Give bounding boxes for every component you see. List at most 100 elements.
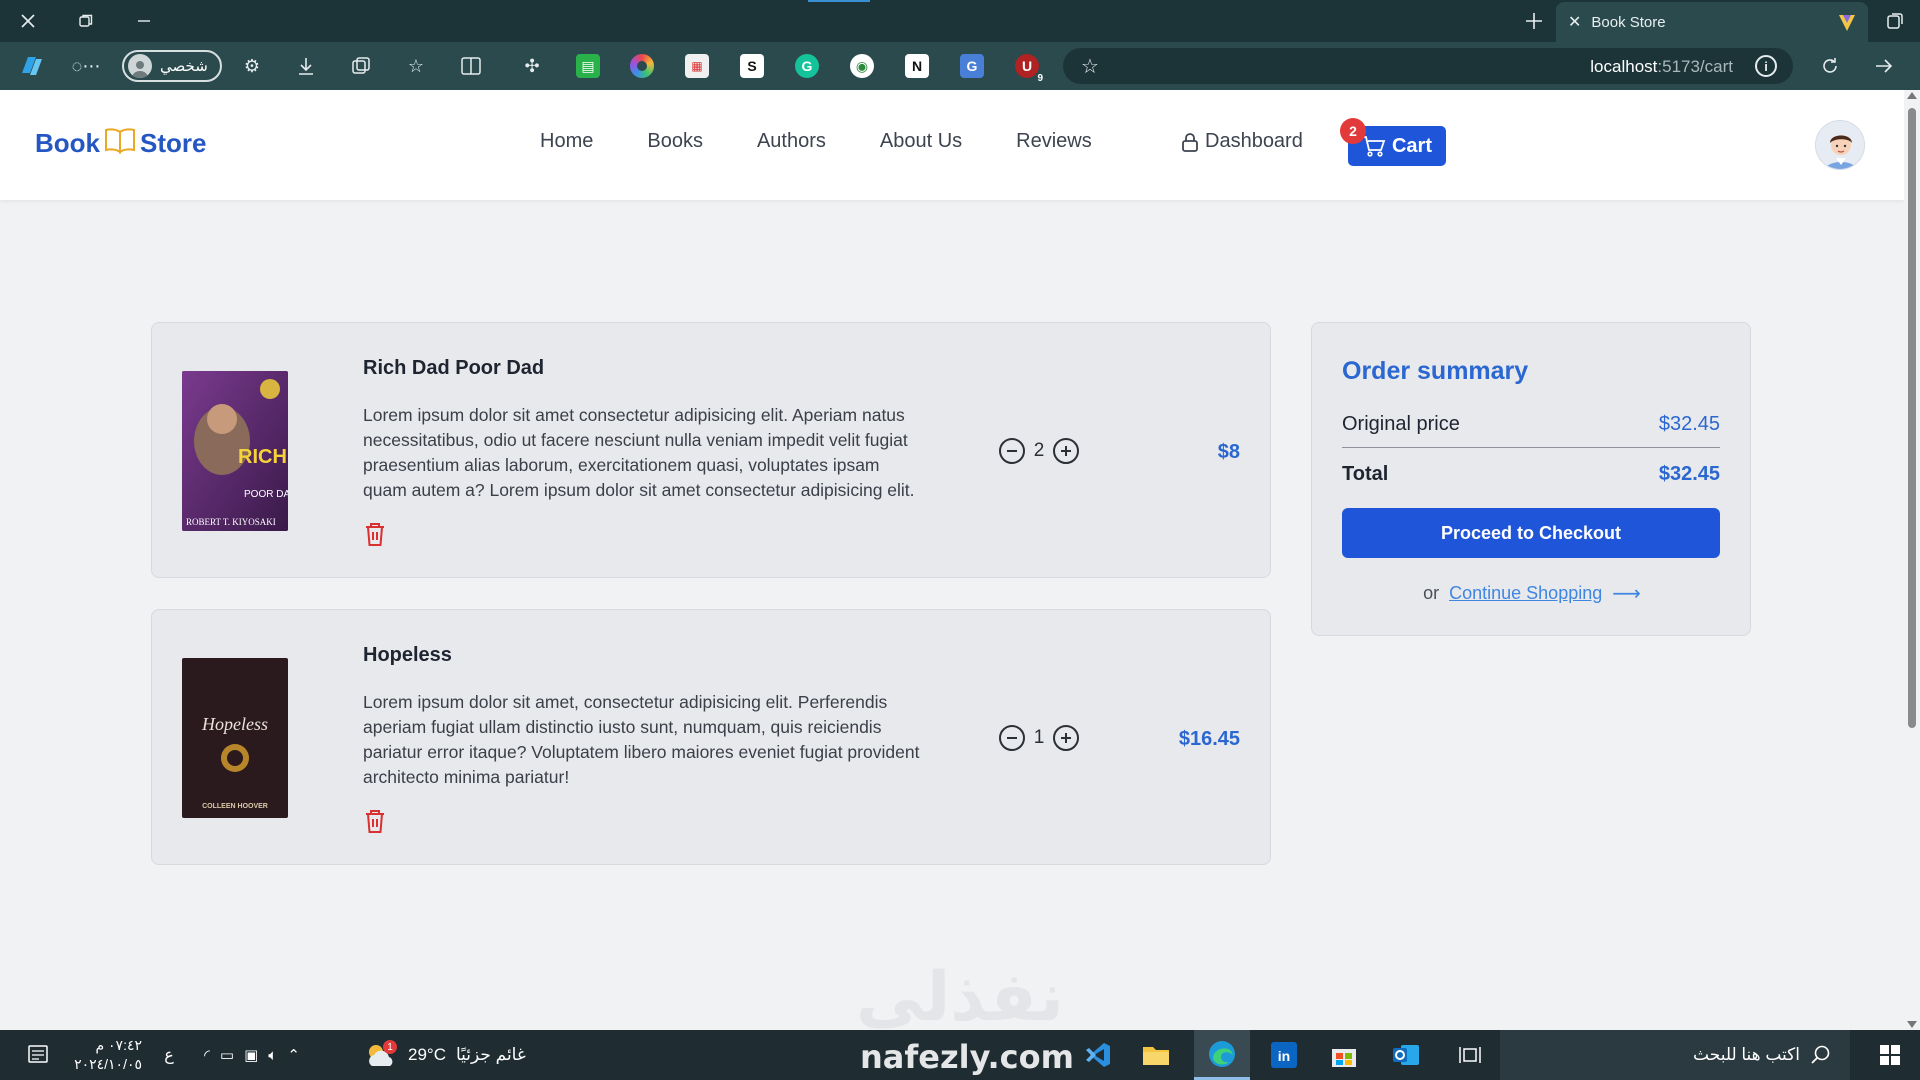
close-icon (21, 14, 35, 28)
cover-author: ROBERT T. KIYOSAKI (186, 517, 276, 527)
translate-icon: G (966, 58, 978, 74)
download-icon (299, 58, 313, 75)
taskbar-store[interactable] (1322, 1040, 1366, 1070)
site-info-icon[interactable]: i (1755, 55, 1777, 77)
extensions-button[interactable]: ✣ (518, 52, 546, 80)
minus-icon (1007, 737, 1017, 739)
tab-close-icon[interactable]: ✕ (1568, 12, 1581, 32)
svg-text:in: in (1278, 1048, 1290, 1064)
taskbar-search[interactable]: اكتب هنا للبحث (1500, 1030, 1850, 1080)
clock-time: ٠٧:٤٢ م (95, 1037, 142, 1053)
nav-reviews[interactable]: Reviews (1016, 130, 1092, 153)
meet-icon: ▣ (244, 1047, 259, 1064)
tab-actions-button[interactable] (1870, 0, 1920, 42)
copilot-button[interactable] (18, 52, 46, 80)
tracking-button[interactable]: ⚙ (238, 52, 266, 80)
battery-icon: ▭ (219, 1047, 235, 1064)
refresh-icon (1823, 58, 1837, 73)
language-indicator[interactable]: ع (158, 1040, 180, 1070)
browser-tab[interactable]: ✕ Book Store (1556, 2, 1868, 42)
scroll-down-icon[interactable] (1907, 1021, 1917, 1028)
taskbar-clock[interactable]: ٠٧:٤٢ م ٢٠٢٤/١٠/٠٥ (72, 1036, 142, 1074)
arrow-right-icon (1876, 59, 1893, 73)
extension-grammarly[interactable]: G (795, 54, 819, 78)
item-title[interactable]: Rich Dad Poor Dad (363, 357, 544, 380)
extension-green[interactable]: ▤ (576, 54, 600, 78)
extension-grid[interactable]: ▦ (685, 54, 709, 78)
scroll-up-icon[interactable] (1907, 92, 1917, 99)
item-price: $16.45 (1178, 728, 1240, 750)
taskbar-vscode[interactable] (1076, 1040, 1120, 1070)
page-scrollbar[interactable] (1904, 90, 1920, 1030)
delete-item-button[interactable] (363, 521, 387, 547)
profile-avatar-icon (128, 54, 152, 78)
task-view-button[interactable] (1448, 1040, 1492, 1070)
extension-ublock[interactable]: U 9 (1015, 54, 1045, 84)
lock-icon (1182, 132, 1198, 152)
url-host: localhost (1590, 57, 1658, 76)
extension-s[interactable]: S (740, 54, 764, 78)
continue-shopping-link[interactable]: Continue Shopping (1449, 583, 1602, 604)
vscode-icon (1086, 1043, 1110, 1067)
cover-title: RICH DAD (238, 446, 288, 468)
quantity-value: 1 (1033, 727, 1045, 748)
copilot-icon (22, 57, 42, 75)
summary-divider (1342, 447, 1720, 448)
decrease-quantity-button[interactable] (999, 438, 1025, 464)
scrollbar-thumb[interactable] (1908, 108, 1916, 728)
plus-icon (1526, 13, 1542, 29)
brand-logo[interactable]: Book Store (35, 127, 206, 159)
url-text[interactable]: localhost:5173/cart (1590, 57, 1733, 77)
item-title[interactable]: Hopeless (363, 644, 452, 667)
folder-icon (1143, 1047, 1169, 1065)
cover-title: Hopeless (201, 714, 268, 734)
increase-quantity-button[interactable] (1053, 438, 1079, 464)
weather-alert-badge: 1 (383, 1040, 397, 1054)
user-avatar[interactable] (1815, 120, 1865, 170)
extension-translate[interactable]: G (960, 54, 984, 78)
browser-toolbar: ◌⋯ شخصي ⚙ ☆ ✣ ▤ ▦ S G ◉ N G U 9 ☆ localh… (0, 42, 1920, 90)
nav-dashboard[interactable]: Dashboard (1181, 130, 1303, 153)
search-placeholder: اكتب هنا للبحث (1693, 1045, 1800, 1064)
start-button[interactable] (1870, 1040, 1910, 1070)
nav-books[interactable]: Books (647, 130, 703, 153)
extension-globe[interactable]: ◉ (850, 54, 874, 78)
system-tray[interactable]: ◜ ▭ ▣ 🔈︎ ⌃ (192, 1040, 312, 1070)
restore-window-button[interactable] (58, 0, 114, 42)
extension-notion[interactable]: N (905, 54, 929, 78)
nav-authors[interactable]: Authors (757, 130, 826, 153)
checkout-button[interactable]: Proceed to Checkout (1342, 508, 1720, 558)
nav-about-us[interactable]: About Us (880, 130, 962, 153)
quantity-value: 2 (1033, 440, 1045, 461)
notifications-button[interactable] (20, 1040, 56, 1070)
minimize-window-button[interactable] (116, 0, 172, 42)
workspaces-button[interactable]: ◌⋯ (72, 52, 101, 80)
forward-button[interactable] (1870, 52, 1898, 80)
grammarly-icon: G (801, 58, 813, 74)
split-screen-button[interactable] (457, 52, 485, 80)
taskbar-linkedin[interactable]: in (1262, 1040, 1306, 1070)
weather-description: غائم جزئيًا (455, 1045, 526, 1064)
tracking-icon: ⚙ (243, 55, 261, 76)
add-favorite-icon[interactable]: ☆ (1081, 54, 1099, 79)
address-bar[interactable]: ☆ localhost:5173/cart i (1063, 48, 1793, 84)
search-icon (1811, 1045, 1830, 1064)
taskbar-outlook[interactable] (1384, 1040, 1428, 1070)
taskbar-file-explorer[interactable] (1134, 1040, 1178, 1070)
extension-color-picker[interactable] (630, 54, 654, 78)
extension-badge: 9 (1035, 73, 1045, 84)
collections-button[interactable] (347, 52, 375, 80)
close-window-button[interactable] (0, 0, 56, 42)
refresh-button[interactable] (1816, 52, 1844, 80)
decrease-quantity-button[interactable] (999, 725, 1025, 751)
taskbar-edge[interactable] (1194, 1030, 1250, 1080)
downloads-button[interactable] (292, 52, 320, 80)
profile-label: شخصي (160, 58, 208, 75)
new-tab-button[interactable] (1512, 0, 1556, 42)
profile-button[interactable]: شخصي (122, 50, 222, 82)
favorites-button[interactable]: ☆ (402, 52, 430, 80)
delete-item-button[interactable] (363, 808, 387, 834)
minimize-icon (138, 20, 150, 22)
nav-home[interactable]: Home (540, 130, 593, 153)
increase-quantity-button[interactable] (1053, 725, 1079, 751)
